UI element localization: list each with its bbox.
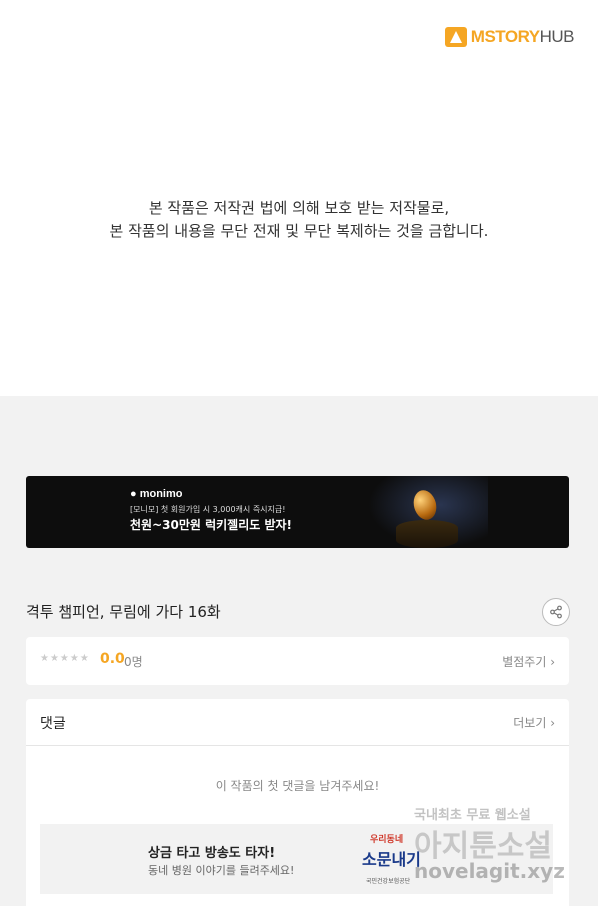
notice-line-1: 본 작품은 저작권 법에 의해 보호 받는 저작물로, bbox=[148, 199, 450, 217]
logo-icon bbox=[444, 27, 467, 47]
pedestal-image bbox=[396, 520, 458, 548]
share-button[interactable] bbox=[542, 598, 570, 626]
promo-title: 상금 타고 방송도 타자! bbox=[148, 846, 276, 861]
promo-art-top: 우리동네 bbox=[370, 835, 404, 845]
viewer-area: MSTORYHUB 본 작품은 저작권 법에 의해 보호 받는 저작물로, 본 … bbox=[0, 0, 598, 396]
banner-subtitle: [모니모] 첫 회원가입 시 3,000캐시 즉시지급! bbox=[130, 505, 286, 514]
promo-art-bottom: 국민건강보험공단 bbox=[366, 878, 411, 885]
rating-score: 0.0 bbox=[100, 651, 125, 667]
logo-sub-text: HUB bbox=[539, 27, 575, 46]
banner-headline: 천원~30만원 럭키젤리도 받자! bbox=[130, 518, 293, 532]
mstoryhub-logo[interactable]: MSTORYHUB bbox=[444, 26, 575, 48]
notice-line-2: 본 작품의 내용을 무단 전재 및 무단 복제하는 것을 금합니다. bbox=[109, 222, 489, 240]
banner-brand: ● monimo bbox=[130, 488, 183, 500]
comments-more-button[interactable]: 더보기 › bbox=[513, 714, 555, 731]
promo-subtitle: 동네 병원 이야기를 들려주세요! bbox=[148, 864, 295, 877]
comments-header: 댓글 더보기 › bbox=[26, 699, 569, 746]
logo-main-text: MSTORY bbox=[470, 27, 540, 46]
give-rating-button[interactable]: 별점주기 › bbox=[502, 653, 555, 670]
rating-count: 0명 bbox=[124, 655, 143, 669]
copyright-notice: 본 작품은 저작권 법에 의해 보호 받는 저작물로, 본 작품의 내용을 무단… bbox=[0, 197, 598, 243]
rating-panel: ★★★★★ 0.0 0명 별점주기 › bbox=[26, 637, 569, 685]
comments-panel: 댓글 더보기 › 이 작품의 첫 댓글을 남겨주세요! 상금 타고 방송도 타자… bbox=[26, 699, 569, 906]
episode-title: 격투 챔피언, 무림에 가다 16화 bbox=[26, 603, 221, 621]
ad-banner[interactable]: ● monimo [모니모] 첫 회원가입 시 3,000캐시 즉시지급! 천원… bbox=[26, 476, 569, 548]
promo-art-main: 소문내기 bbox=[362, 850, 421, 869]
comments-empty-text: 이 작품의 첫 댓글을 남겨주세요! bbox=[215, 779, 380, 793]
promo-banner[interactable]: 상금 타고 방송도 타자! 동네 병원 이야기를 들려주세요! 우리동네 소문내… bbox=[40, 824, 553, 894]
comments-title: 댓글 bbox=[40, 716, 66, 732]
share-icon bbox=[550, 605, 562, 619]
star-rating-icons: ★★★★★ bbox=[40, 653, 90, 664]
promo-logo: 우리동네 소문내기 국민건강보험공단 bbox=[360, 832, 422, 888]
